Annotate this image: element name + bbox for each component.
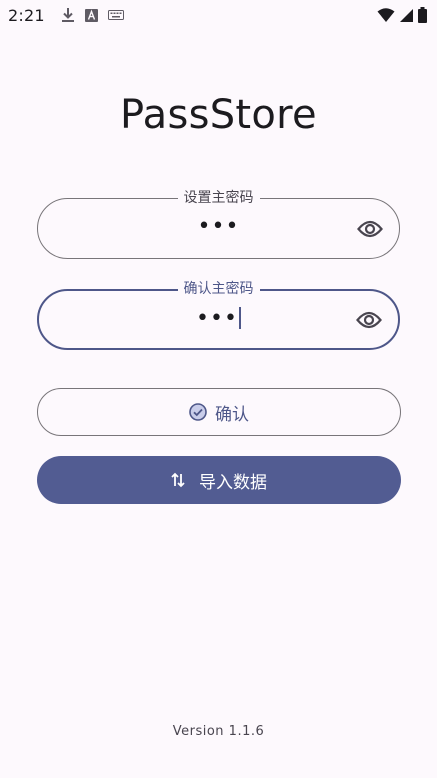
wifi-icon xyxy=(377,7,395,23)
status-bar: 2:21 xyxy=(0,0,437,30)
system-icons xyxy=(377,7,427,23)
signal-icon xyxy=(399,8,414,23)
status-time: 2:21 xyxy=(8,5,45,25)
confirm-password-value: ••• xyxy=(39,307,398,331)
download-icon xyxy=(61,7,75,23)
master-password-label: 设置主密码 xyxy=(177,189,260,207)
text-a-icon xyxy=(84,8,98,22)
eye-icon[interactable] xyxy=(356,307,382,333)
version-label: Version 1.1.6 xyxy=(172,724,265,739)
text-cursor xyxy=(238,307,241,329)
confirm-button-label: 确认 xyxy=(215,404,249,425)
confirm-password-label: 确认主密码 xyxy=(177,280,260,298)
master-password-value: ••• xyxy=(197,214,240,239)
import-data-button-label: 导入数据 xyxy=(199,472,267,493)
confirm-password-field[interactable]: 确认主密码 ••• xyxy=(37,280,400,350)
keyboard-icon xyxy=(107,9,124,21)
battery-icon xyxy=(418,7,427,23)
import-data-button[interactable]: 导入数据 xyxy=(37,456,401,504)
eye-icon[interactable] xyxy=(357,216,383,242)
confirm-button[interactable]: 确认 xyxy=(37,388,401,436)
notification-icons xyxy=(61,7,124,23)
check-circle-icon xyxy=(189,403,207,421)
swap-vert-icon xyxy=(171,472,185,488)
master-password-field[interactable]: 设置主密码 ••• xyxy=(37,189,400,259)
app-title: PassStore xyxy=(120,92,317,138)
